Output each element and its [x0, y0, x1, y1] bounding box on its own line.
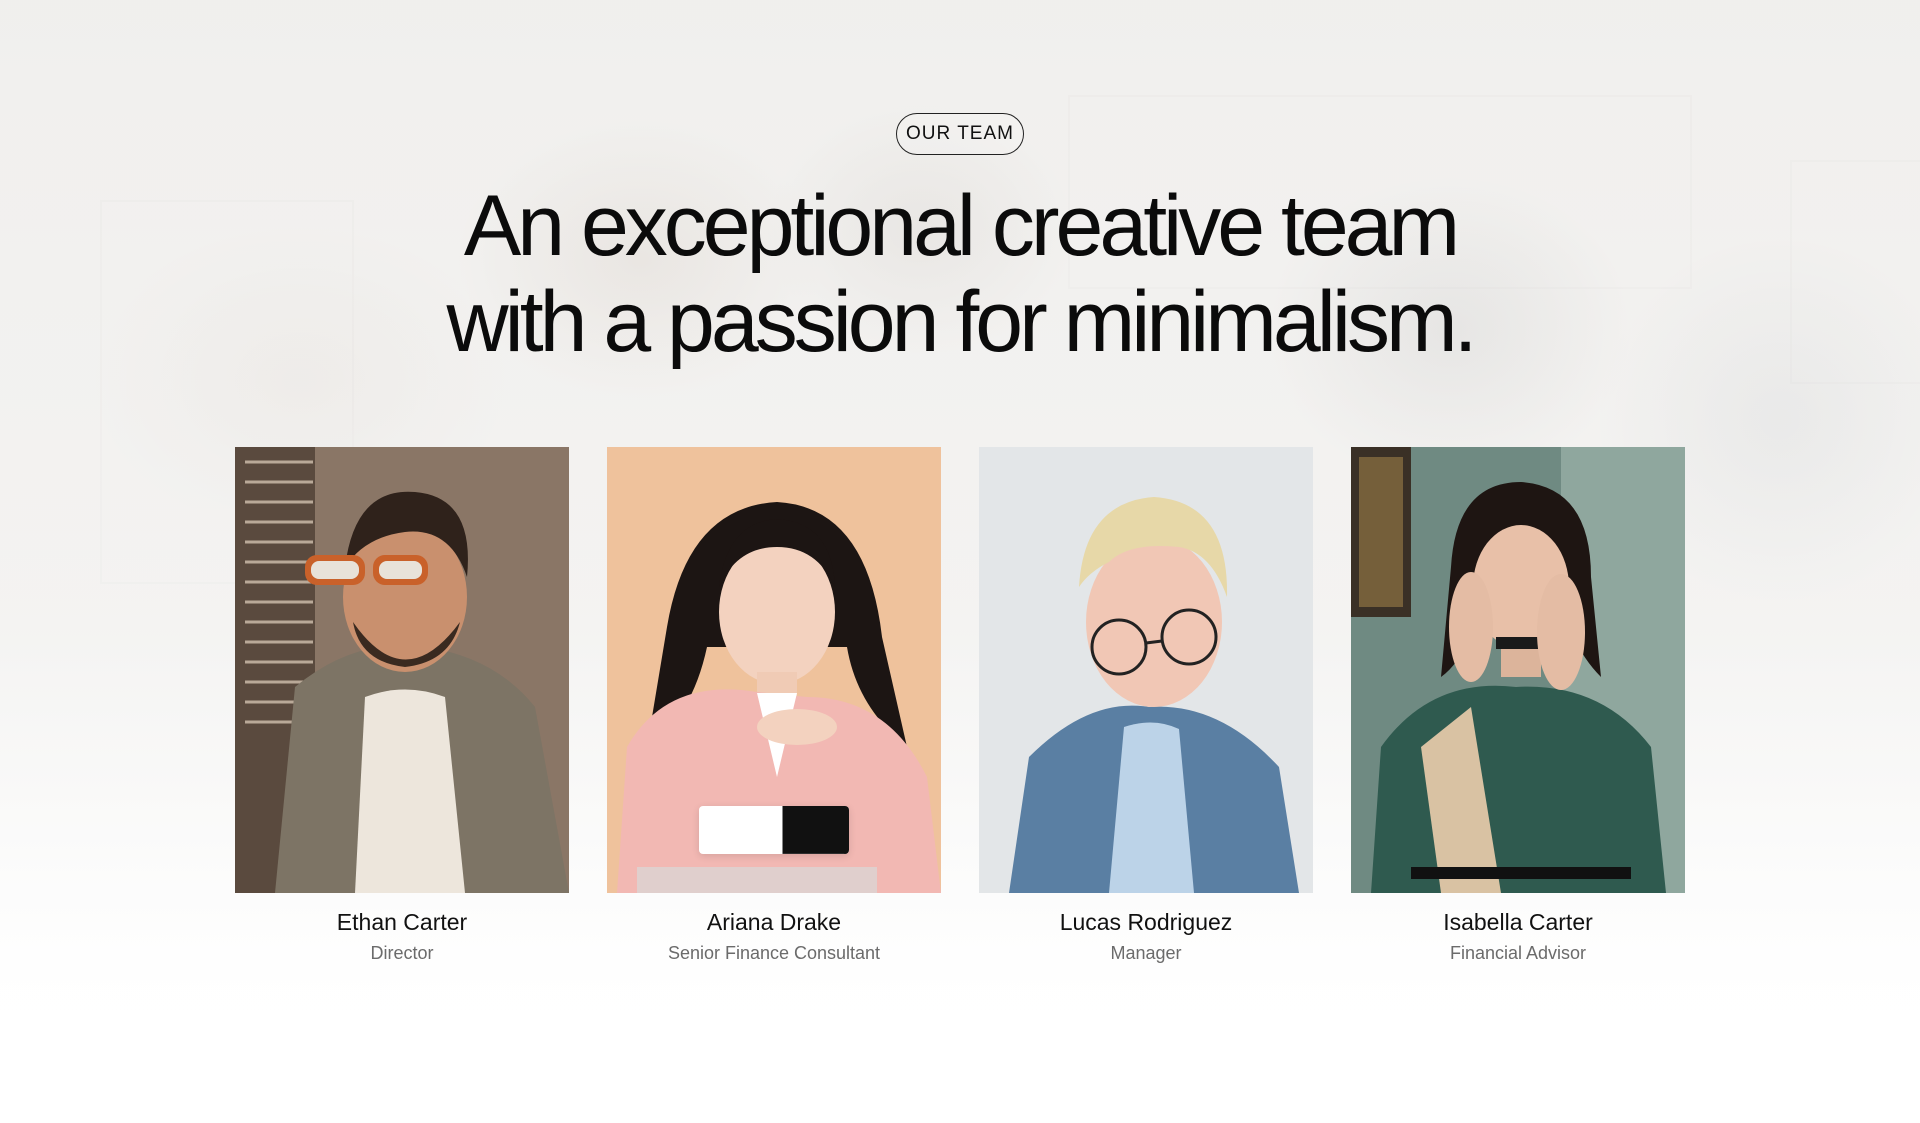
team-member-name: Ethan Carter: [336, 909, 468, 935]
social-links-bar: [699, 806, 849, 854]
team-member-role: Financial Advisor: [1449, 943, 1587, 963]
team-card[interactable]: Lucas Rodriguez Manager: [979, 447, 1313, 964]
section-headline: An exceptional creative team with a pass…: [0, 178, 1920, 370]
team-member-role: Manager: [1110, 943, 1182, 963]
team-member-name: Ariana Drake: [706, 909, 842, 935]
headline-line-1: An exceptional creative team: [463, 178, 1460, 274]
team-member-photo[interactable]: [607, 447, 941, 893]
section-label-badge: OUR TEAM: [896, 113, 1024, 155]
team-member-name: Lucas Rodriguez: [1059, 909, 1233, 935]
team-member-photo[interactable]: [1351, 447, 1685, 893]
team-member-role: Senior Finance Consultant: [667, 943, 881, 963]
team-card[interactable]: Isabella Carter Financial Advisor: [1351, 447, 1685, 964]
team-member-role: Director: [370, 943, 434, 963]
facebook-icon: [782, 806, 849, 854]
team-card[interactable]: Ethan Carter Director: [235, 447, 569, 964]
team-member-photo[interactable]: [979, 447, 1313, 893]
headline-line-2: with a passion for minimalism.: [446, 274, 1477, 370]
team-card[interactable]: Ariana Drake Senior Finance Consultant: [607, 447, 941, 964]
team-member-name: Isabella Carter: [1443, 909, 1593, 935]
facebook-link[interactable]: [699, 806, 849, 854]
team-member-photo[interactable]: [235, 447, 569, 893]
